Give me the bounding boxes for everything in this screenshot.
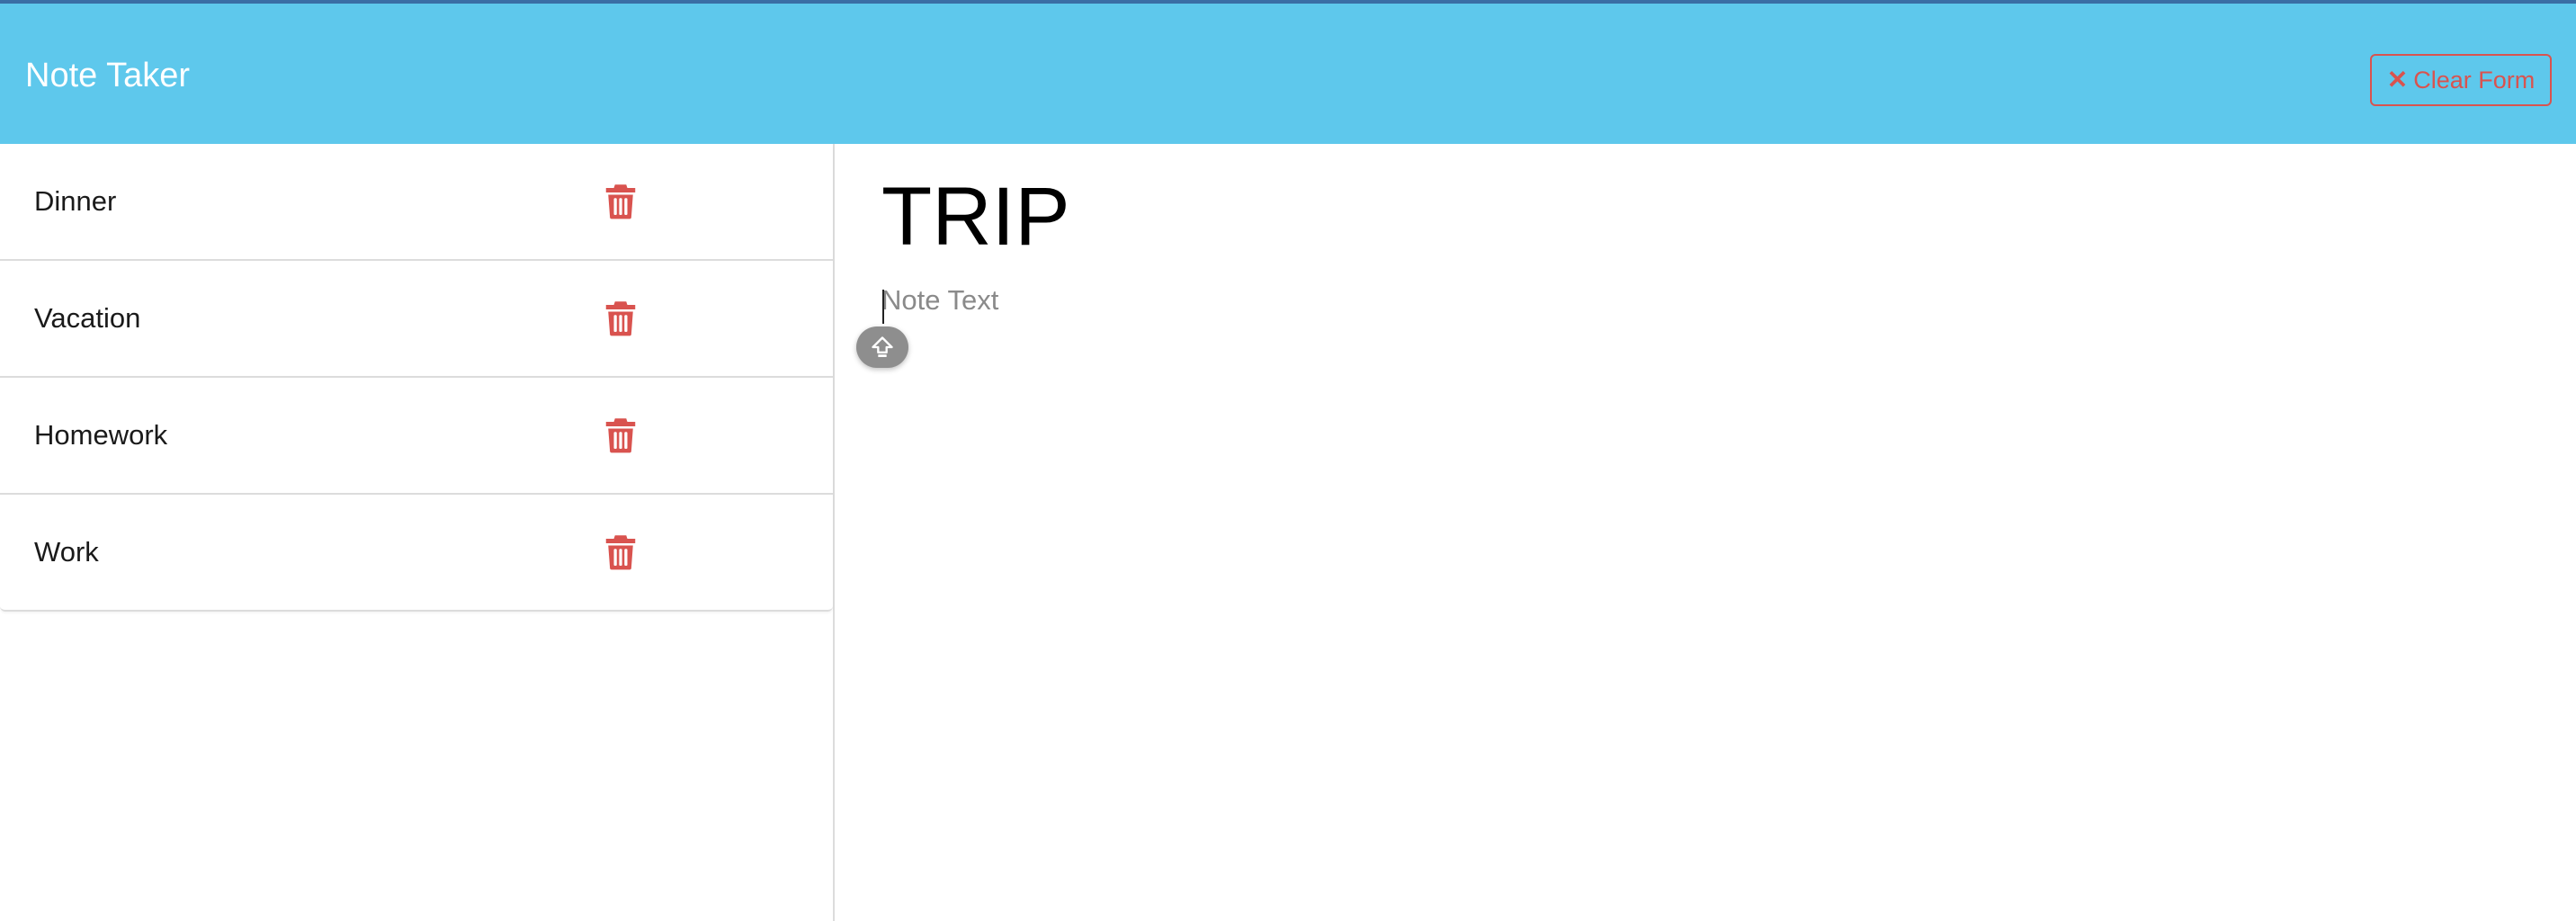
trash-icon[interactable] <box>604 300 637 336</box>
note-title: Homework <box>34 419 168 451</box>
navbar-brand[interactable]: Note Taker <box>25 56 190 95</box>
sidebar: Dinner Vacation Homework Work <box>0 144 835 921</box>
caps-lock-icon <box>872 336 893 357</box>
note-title-input[interactable] <box>881 167 2500 266</box>
clear-form-button[interactable]: ✕ Clear Form <box>2370 54 2552 106</box>
text-cursor <box>882 290 884 324</box>
list-item[interactable]: Work <box>0 493 833 610</box>
list-item[interactable]: Homework <box>0 376 833 493</box>
note-list: Dinner Vacation Homework Work <box>0 144 833 612</box>
trash-icon[interactable] <box>604 417 637 453</box>
x-icon: ✕ <box>2386 66 2409 94</box>
caps-lock-indicator <box>856 326 908 368</box>
note-text-area[interactable] <box>881 284 2500 824</box>
note-title: Vacation <box>34 302 141 334</box>
navbar: Note Taker ✕ Clear Form <box>0 4 2576 144</box>
trash-icon[interactable] <box>604 183 637 219</box>
note-title: Work <box>34 536 99 568</box>
clear-form-label: Clear Form <box>2413 66 2536 94</box>
note-title: Dinner <box>34 185 117 217</box>
trash-icon[interactable] <box>604 534 637 570</box>
note-taker-page: Note Taker ✕ Clear Form Dinner Vacation <box>0 0 2576 921</box>
note-editor <box>835 144 2576 921</box>
list-item[interactable]: Dinner <box>0 144 833 259</box>
list-item[interactable]: Vacation <box>0 259 833 376</box>
